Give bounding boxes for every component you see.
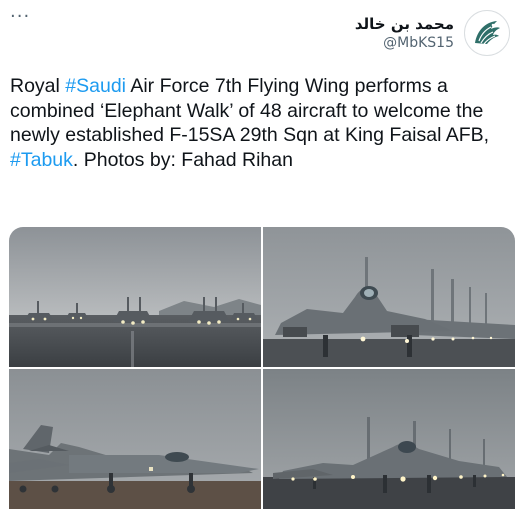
hashtag-tabuk-link[interactable]: #Tabuk [10,149,73,171]
tweet-text-segment: Royal [10,75,66,97]
more-options-button[interactable]: ··· [10,8,30,26]
tweet-text: Royal #Saudi Air Force 7th Flying Wing p… [10,74,514,172]
hashtag-saudi-link[interactable]: #Saudi [65,75,126,97]
eagle-logo-icon [475,21,500,45]
photo-image [263,369,515,509]
author-avatar[interactable] [464,10,510,56]
tweet-author[interactable]: محمد بن خالد @MbKS15 [355,10,510,56]
photo-distant-formation[interactable] [9,227,261,367]
author-handle[interactable]: @MbKS15 [355,34,454,52]
author-names: محمد بن خالد @MbKS15 [355,14,454,52]
tweet: ··· محمد بن خالد @MbKS15 Royal #Saudi Ai… [0,0,520,511]
photo-image [9,369,261,509]
media-grid [9,227,515,511]
author-display-name[interactable]: محمد بن خالد [355,14,454,34]
photo-image [263,227,515,367]
photo-formation-lights[interactable] [263,369,515,509]
photo-side-view-jets[interactable] [9,369,261,509]
tweet-text-segment: . Photos by: Fahad Rihan [72,148,293,171]
photo-image [9,227,261,367]
photo-lead-jet-closeup[interactable] [263,227,515,367]
